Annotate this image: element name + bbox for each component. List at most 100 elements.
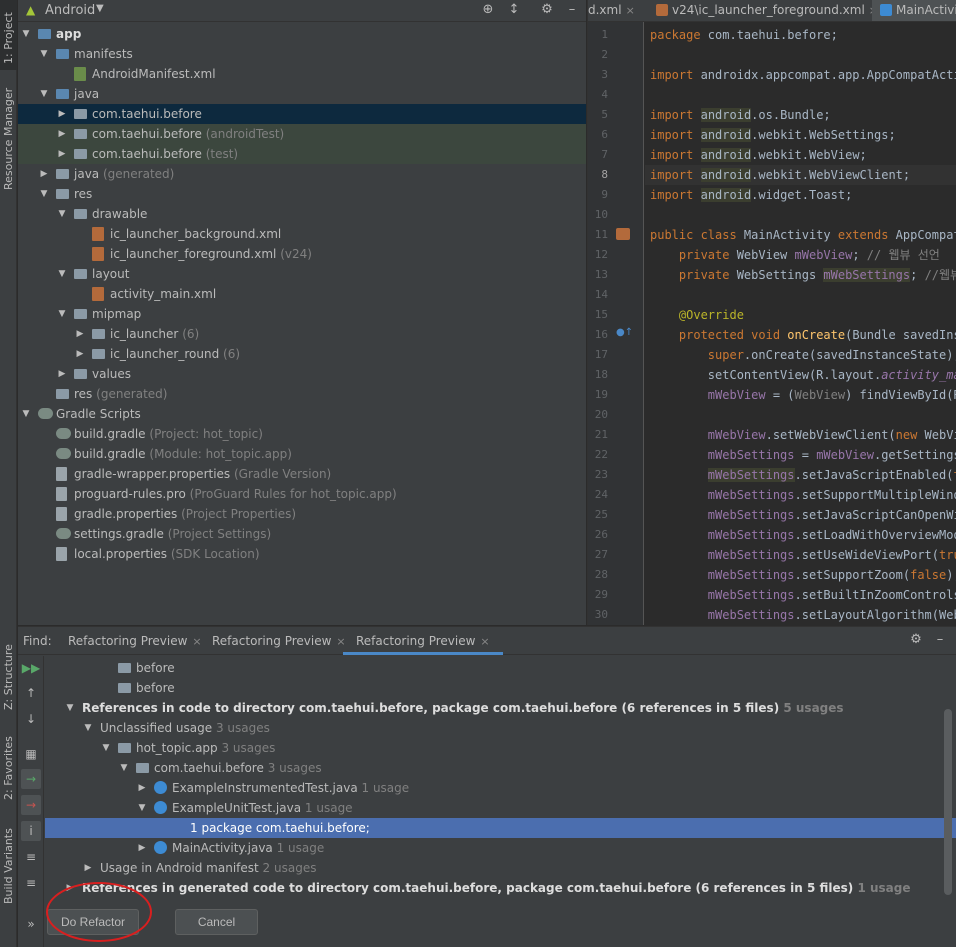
references-group[interactable]: ▶ References in generated code to directo…	[45, 878, 956, 898]
chevron-right-icon[interactable]: ▶	[56, 104, 68, 124]
tree-item-gradle-properties[interactable]: gradle.properties (Project Properties)	[18, 504, 586, 524]
cancel-button[interactable]: Cancel	[175, 909, 258, 935]
more-icon[interactable]: »	[21, 914, 41, 934]
tree-item-settings-gradle[interactable]: settings.gradle (Project Settings)	[18, 524, 586, 544]
chevron-right-icon[interactable]: ▶	[38, 164, 50, 184]
chevron-down-icon[interactable]: ▼	[56, 304, 68, 324]
locate-icon[interactable]: ⊕	[480, 2, 496, 18]
chevron-right-icon[interactable]: ▶	[56, 144, 68, 164]
usage-item[interactable]: before	[45, 678, 956, 698]
tree-item-build-gradle[interactable]: build.gradle (Module: hot_topic.app)	[18, 444, 586, 464]
tree-item-res[interactable]: ▼ res	[18, 184, 586, 204]
chevron-down-icon[interactable]: ▼	[136, 798, 148, 818]
chevron-down-icon[interactable]: ▼	[82, 718, 94, 738]
chevron-down-icon[interactable]: ▼	[38, 84, 50, 104]
tab-refactoring-preview-3[interactable]: Refactoring Preview ×	[343, 634, 503, 655]
chevron-right-icon[interactable]: ▶	[74, 344, 86, 364]
chevron-down-icon[interactable]: ▼	[38, 44, 50, 64]
do-refactor-button[interactable]: Do Refactor	[47, 909, 139, 935]
tree-item-mipmap[interactable]: ▼ mipmap	[18, 304, 586, 324]
override-method-icon[interactable]: ●↑	[616, 327, 633, 339]
tree-item-com-taehui-before[interactable]: ▶ com.taehui.before	[18, 104, 586, 124]
tree-item-build-gradle[interactable]: build.gradle (Project: hot_topic)	[18, 424, 586, 444]
collapse-all-icon[interactable]: ↕	[506, 2, 522, 18]
gear-icon[interactable]: ⚙	[908, 632, 924, 648]
xml-layout-icon[interactable]	[616, 228, 630, 240]
tree-item-ic-launcher-foreground-xml[interactable]: ic_launcher_foreground.xml (v24)	[18, 244, 586, 264]
tool-tab-structure[interactable]: Z: Structure	[0, 640, 17, 722]
tool-tab-resource-manager[interactable]: Resource Manager	[0, 88, 17, 206]
tree-item-app[interactable]: ▼ app	[18, 24, 586, 44]
include-icon[interactable]: →	[21, 769, 41, 789]
usage-item[interactable]: ▼ hot_topic.app 3 usages	[45, 738, 956, 758]
gear-icon[interactable]: ⚙	[539, 2, 555, 18]
hide-panel-icon[interactable]: –	[932, 632, 948, 648]
chevron-right-icon[interactable]: ▶	[136, 838, 148, 858]
chevron-right-icon[interactable]: ▶	[74, 324, 86, 344]
chevron-down-icon[interactable]: ▼	[64, 698, 76, 718]
chevron-right-icon[interactable]: ▶	[56, 124, 68, 144]
tree-item-res[interactable]: res (generated)	[18, 384, 586, 404]
usage-item[interactable]: ▼ ExampleUnitTest.java 1 usage	[45, 798, 956, 818]
tree-item-com-taehui-before[interactable]: ▶ com.taehui.before (test)	[18, 144, 586, 164]
tool-tab-favorites[interactable]: 2: Favorites	[0, 736, 17, 816]
tree-item-activity-main-xml[interactable]: activity_main.xml	[18, 284, 586, 304]
tree-item-proguard-rules-pro[interactable]: proguard-rules.pro (ProGuard Rules for h…	[18, 484, 586, 504]
hide-panel-icon[interactable]: –	[564, 2, 580, 18]
chevron-right-icon[interactable]: ▶	[64, 878, 76, 898]
tab-refactoring-preview-2[interactable]: Refactoring Preview ×	[212, 634, 346, 648]
chevron-down-icon[interactable]: ▼	[100, 738, 112, 758]
usage-item[interactable]: ▶ Usage in Android manifest 2 usages	[45, 858, 956, 878]
tree-item-androidmanifest-xml[interactable]: AndroidManifest.xml	[18, 64, 586, 84]
usage-item[interactable]: ▼ Unclassified usage 3 usages	[45, 718, 956, 738]
editor-tab-1[interactable]: d.xml ×	[588, 0, 635, 21]
usage-item[interactable]: 1 package com.taehui.before;	[45, 818, 956, 838]
references-group[interactable]: ▼ References in code to directory com.tae…	[45, 698, 956, 718]
next-occurrence-icon[interactable]: ↓	[21, 709, 41, 729]
close-icon[interactable]: ×	[626, 4, 635, 17]
expand-all-icon[interactable]: ≡	[21, 847, 41, 867]
previous-occurrence-icon[interactable]: ↑	[21, 683, 41, 703]
chevron-right-icon[interactable]: ▶	[136, 778, 148, 798]
collapse-all-icon[interactable]: ≡	[21, 873, 41, 893]
chevron-right-icon[interactable]: ▶	[82, 858, 94, 878]
rerun-icon[interactable]: ▶▶	[21, 658, 41, 678]
tree-item-gradle-scripts[interactable]: ▼ Gradle Scripts	[18, 404, 586, 424]
tree-item-java[interactable]: ▶ java (generated)	[18, 164, 586, 184]
usage-item[interactable]: ▼ com.taehui.before 3 usages	[45, 758, 956, 778]
chevron-down-icon[interactable]: ▼	[20, 404, 32, 424]
tree-item-ic-launcher-round[interactable]: ▶ ic_launcher_round (6)	[18, 344, 586, 364]
results-scrollbar[interactable]	[944, 709, 952, 895]
group-by-icon[interactable]: ▦	[21, 744, 41, 764]
tree-item-ic-launcher[interactable]: ▶ ic_launcher (6)	[18, 324, 586, 344]
info-icon[interactable]: i	[21, 821, 41, 841]
tree-item-values[interactable]: ▶ values	[18, 364, 586, 384]
code-area[interactable]: package com.taehui.before; import android…	[645, 22, 956, 625]
tree-item-java[interactable]: ▼ java	[18, 84, 586, 104]
editor-tab-3[interactable]: MainActivity×	[872, 0, 956, 21]
tab-refactoring-preview-1[interactable]: Refactoring Preview ×	[68, 634, 202, 648]
tree-item-gradle-wrapper-properties[interactable]: gradle-wrapper.properties (Gradle Versio…	[18, 464, 586, 484]
chevron-down-icon[interactable]: ▼	[20, 24, 32, 44]
usage-item[interactable]: before	[45, 658, 956, 678]
close-icon[interactable]: ×	[480, 635, 489, 648]
chevron-down-icon[interactable]: ▼	[96, 3, 104, 14]
chevron-down-icon[interactable]: ▼	[56, 264, 68, 284]
tree-item-com-taehui-before[interactable]: ▶ com.taehui.before (androidTest)	[18, 124, 586, 144]
tool-tab-build-variants[interactable]: Build Variants	[0, 828, 17, 910]
chevron-down-icon[interactable]: ▼	[118, 758, 130, 778]
usage-item[interactable]: ▶ MainActivity.java 1 usage	[45, 838, 956, 858]
tree-item-ic-launcher-background-xml[interactable]: ic_launcher_background.xml	[18, 224, 586, 244]
project-view-selector[interactable]: Android	[45, 3, 95, 18]
tree-item-local-properties[interactable]: local.properties (SDK Location)	[18, 544, 586, 564]
chevron-down-icon[interactable]: ▼	[56, 204, 68, 224]
tree-item-layout[interactable]: ▼ layout	[18, 264, 586, 284]
editor-tab-2[interactable]: v24\ic_launcher_foreground.xml×	[648, 0, 886, 21]
exclude-icon[interactable]: →	[21, 795, 41, 815]
chevron-down-icon[interactable]: ▼	[38, 184, 50, 204]
tool-tab-project[interactable]: 1: Project	[0, 0, 17, 70]
tree-item-manifests[interactable]: ▼ manifests	[18, 44, 586, 64]
tree-item-drawable[interactable]: ▼ drawable	[18, 204, 586, 224]
chevron-right-icon[interactable]: ▶	[56, 364, 68, 384]
close-icon[interactable]: ×	[192, 635, 201, 648]
